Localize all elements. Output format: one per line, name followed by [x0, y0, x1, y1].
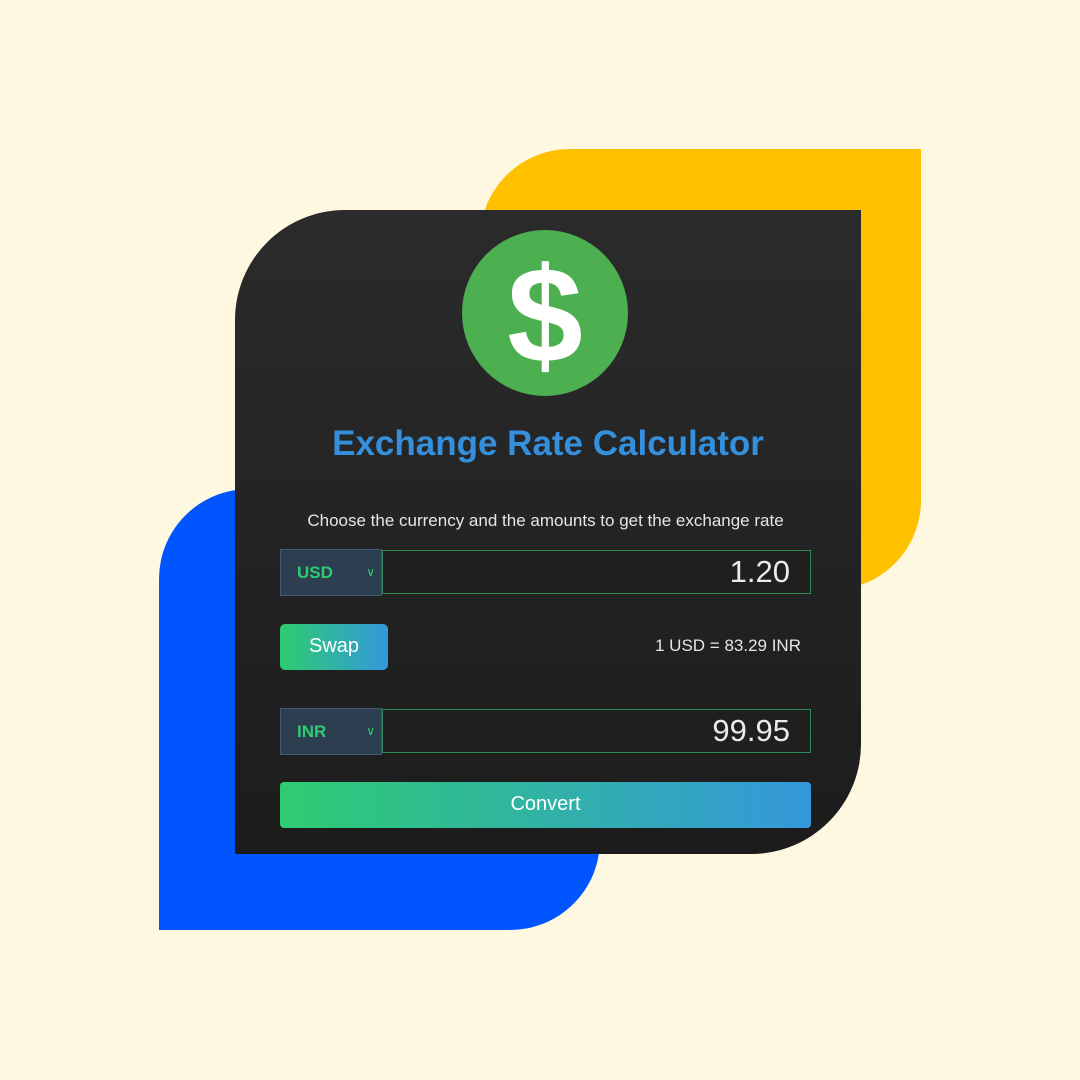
page-background: $ Exchange Rate Calculator Choose the cu… — [0, 0, 1080, 1080]
page-subtitle: Choose the currency and the amounts to g… — [307, 511, 784, 530]
calculator-card: $ Exchange Rate Calculator Choose the cu… — [235, 210, 861, 854]
to-currency-row: INR ∨ 99.95 — [280, 708, 811, 755]
dollar-icon: $ — [462, 230, 628, 396]
chevron-down-icon: ∨ — [366, 565, 375, 579]
dollar-glyph: $ — [507, 239, 583, 391]
chevron-down-icon: ∨ — [366, 724, 375, 738]
swap-button[interactable]: Swap — [280, 624, 388, 670]
to-currency-value: INR — [297, 722, 327, 741]
from-currency-row: USD ∨ 1.20 — [280, 549, 811, 596]
convert-button[interactable]: Convert — [280, 782, 811, 828]
from-amount-input[interactable]: 1.20 — [382, 550, 811, 594]
page-title: Exchange Rate Calculator — [332, 424, 764, 463]
from-currency-select[interactable]: USD ∨ — [280, 549, 382, 596]
from-currency-value: USD — [297, 563, 333, 582]
to-currency-select[interactable]: INR ∨ — [280, 708, 382, 755]
exchange-rate-text: 1 USD = 83.29 INR — [655, 636, 801, 655]
to-amount-input[interactable]: 99.95 — [382, 709, 811, 753]
